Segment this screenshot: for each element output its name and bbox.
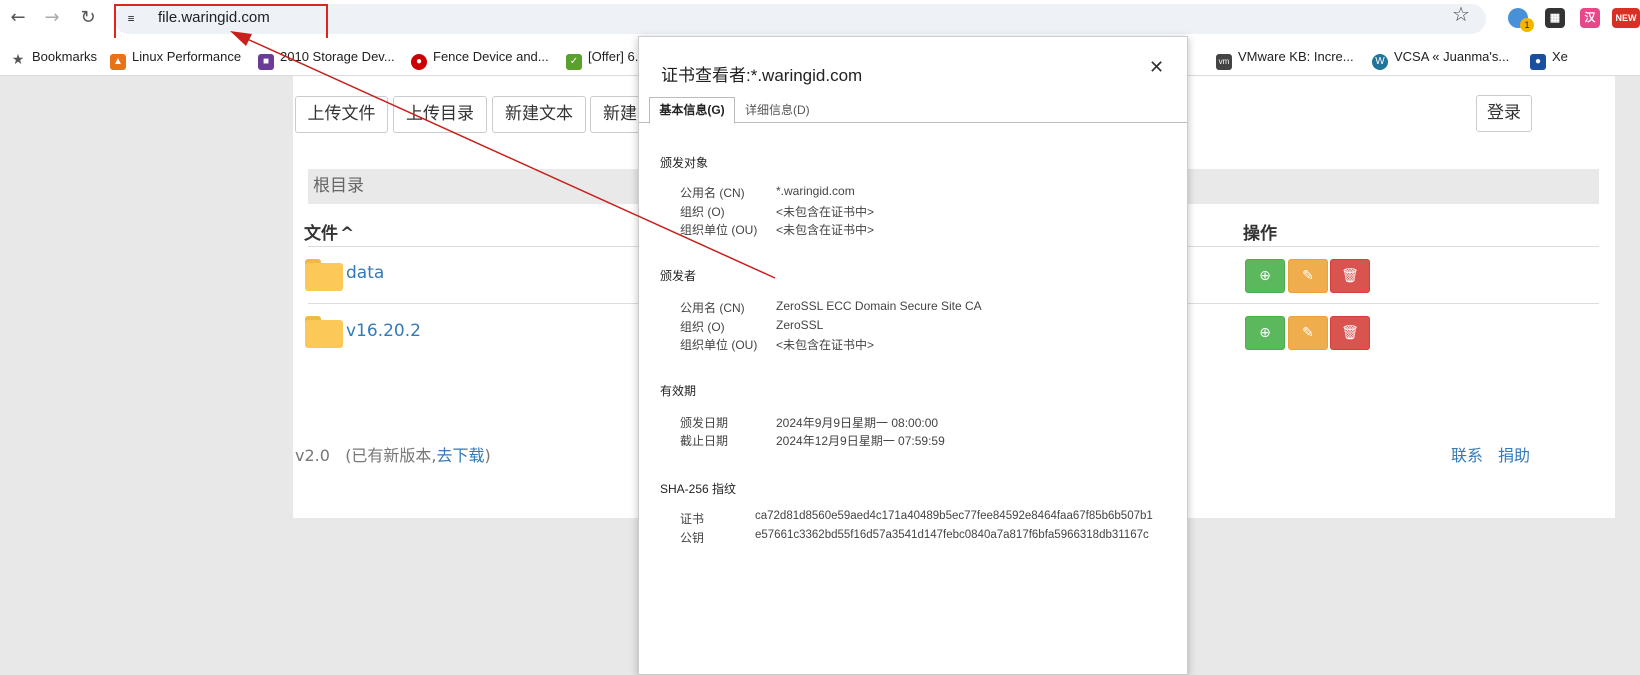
field-value: <未包含在证书中> (776, 223, 875, 237)
field-value: 2024年9月9日星期一 08:00:00 (776, 416, 939, 430)
bookmark-item[interactable]: ● Fence Device and... (411, 48, 549, 70)
field-value: ZeroSSL (776, 318, 824, 332)
flame-icon: ▲ (110, 54, 126, 70)
upload-dir-button[interactable]: 上传目录 (393, 96, 487, 133)
file-column-header[interactable]: 文件 ^ (304, 219, 354, 244)
delete-button[interactable]: 🗑 (1330, 316, 1370, 350)
certificate-viewer-dialog: 证书查看者:*.waringid.com ✕ 基本信息(G) 详细信息(D) 颁… (638, 36, 1188, 675)
wordpress-icon: W (1372, 54, 1388, 70)
star-icon: ★ (11, 51, 25, 67)
plus-circle-icon: ⊕ (1259, 268, 1271, 284)
field-value: 2024年12月9日星期一 07:59:59 (776, 434, 945, 448)
forward-icon[interactable]: → (40, 6, 64, 30)
field-key: 公钥 (680, 531, 705, 545)
shield-icon: ✓ (566, 54, 582, 70)
section-heading: 颁发者 (660, 269, 697, 283)
sha256-certificate-value: ca72d81d8560e59aed4c171a40489b5ec77fee84… (755, 510, 1153, 522)
download-button[interactable]: ⊕ (1245, 316, 1285, 350)
delete-button[interactable]: 🗑 (1330, 259, 1370, 293)
rename-button[interactable]: ✎ (1288, 316, 1328, 350)
translate-extension-icon[interactable]: 汉 (1580, 8, 1600, 28)
field-key: 公用名 (CN) (680, 301, 745, 315)
field-key: 组织 (O) (680, 320, 725, 334)
section-heading: 颁发对象 (660, 156, 709, 170)
tab-details[interactable]: 详细信息(D) (745, 101, 810, 118)
snia-icon: ■ (258, 54, 274, 70)
field-value: <未包含在证书中> (776, 338, 875, 352)
bookmark-item[interactable]: ✓ [Offer] 6... (566, 48, 646, 70)
reload-icon[interactable]: ↻ (76, 6, 100, 30)
eraser-icon: ✎ (1302, 325, 1314, 341)
bookmark-star-icon[interactable]: ☆ (1452, 2, 1470, 26)
field-key: 组织 (O) (680, 205, 725, 219)
field-key: 截止日期 (680, 434, 729, 448)
upload-file-button[interactable]: 上传文件 (295, 96, 388, 133)
field-key: 组织单位 (OU) (680, 338, 758, 352)
bookmark-item[interactable]: W VCSA « Juanma's... (1372, 48, 1509, 70)
annotation-highlight-box (114, 4, 328, 42)
donate-link[interactable]: 捐助 (1498, 442, 1530, 466)
folder-icon (305, 316, 343, 348)
new-extension-icon[interactable]: NEW (1612, 8, 1640, 28)
field-value: <未包含在证书中> (776, 205, 875, 219)
section-heading: SHA-256 指纹 (660, 482, 737, 496)
rename-button[interactable]: ✎ (1288, 259, 1328, 293)
qr-extension-icon[interactable]: ▦ (1545, 8, 1565, 28)
folder-icon (305, 259, 343, 291)
sort-indicator-icon: ^ (340, 224, 355, 244)
new-text-button[interactable]: 新建文本 (492, 96, 586, 133)
bookmark-item[interactable]: ▲ Linux Performance (110, 48, 241, 70)
contact-link[interactable]: 联系 (1451, 442, 1483, 466)
eraser-icon: ✎ (1302, 268, 1314, 284)
bookmark-item[interactable]: vm VMware KB: Incre... (1216, 48, 1354, 70)
download-button[interactable]: ⊕ (1245, 259, 1285, 293)
login-button[interactable]: 登录 (1476, 95, 1532, 132)
bookmark-item[interactable]: ★ Bookmarks (10, 48, 97, 67)
profile-badge: 1 (1520, 18, 1534, 32)
sha256-public-key-value: e57661c3362bd55f16d57a3541d147febc0840a7… (755, 529, 1149, 541)
trash-icon: 🗑 (1341, 268, 1359, 284)
trash-icon: 🗑 (1341, 325, 1359, 341)
plus-circle-icon: ⊕ (1259, 325, 1271, 341)
bookmark-item[interactable]: ■ 2010 Storage Dev... (258, 48, 395, 70)
file-name-link[interactable]: data (346, 263, 384, 283)
dialog-tabs: 基本信息(G) 详细信息(D) (639, 97, 1187, 124)
section-heading: 有效期 (660, 384, 697, 398)
field-key: 公用名 (CN) (680, 186, 745, 200)
tab-basic-info[interactable]: 基本信息(G) (649, 97, 735, 124)
redhat-icon: ● (411, 54, 427, 70)
shield-icon: ● (1530, 54, 1546, 70)
close-icon[interactable]: ✕ (1149, 57, 1164, 78)
file-name-link[interactable]: v16.20.2 (346, 321, 421, 341)
version-label: v2.0 (295, 446, 330, 465)
dialog-title: 证书查看者:*.waringid.com (661, 66, 863, 85)
actions-column-header: 操作 (1243, 224, 1277, 244)
back-icon[interactable]: ← (6, 6, 30, 30)
version-info: v2.0 (已有新版本,去下载) (295, 446, 491, 465)
field-key: 组织单位 (OU) (680, 223, 758, 237)
field-key: 证书 (680, 512, 705, 526)
bookmark-item[interactable]: ● Xe (1530, 48, 1568, 70)
field-value: *.waringid.com (776, 184, 855, 198)
download-update-link[interactable]: 去下载 (437, 446, 485, 465)
vmware-icon: vm (1216, 54, 1232, 70)
field-value: ZeroSSL ECC Domain Secure Site CA (776, 299, 982, 313)
field-key: 颁发日期 (680, 416, 729, 430)
